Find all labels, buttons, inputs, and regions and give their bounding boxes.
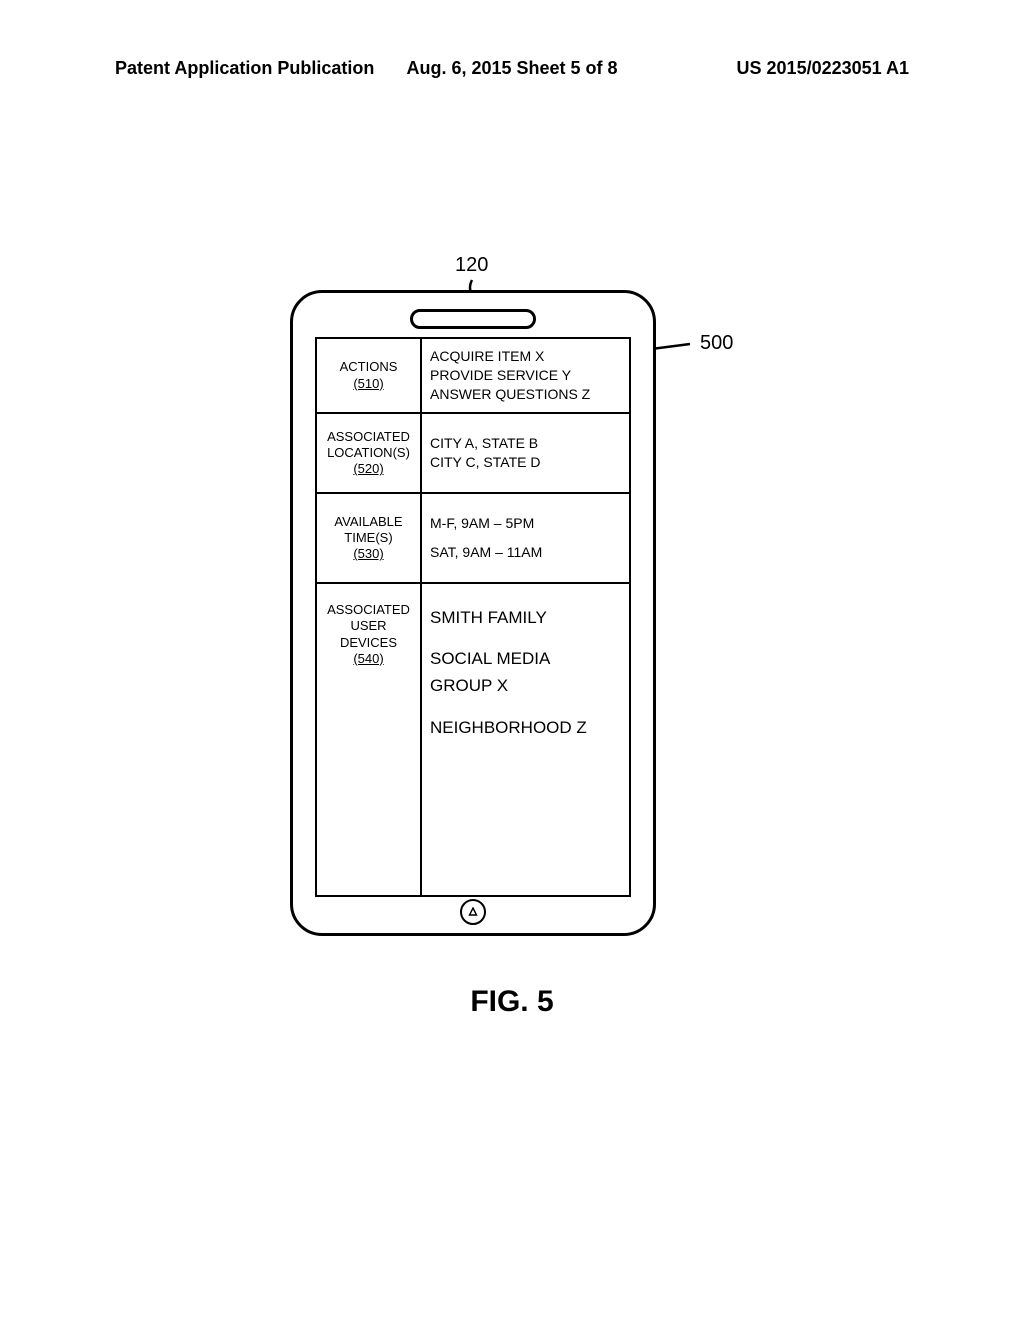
- row-devices-title1: ASSOCIATED: [327, 602, 410, 618]
- header-right: US 2015/0223051 A1: [737, 58, 909, 79]
- row-devices-values: SMITH FAMILY SOCIAL MEDIA GROUP X NEIGHB…: [422, 584, 629, 895]
- row-locations-title1: ASSOCIATED: [327, 429, 410, 445]
- row-devices-title2: USER: [350, 618, 386, 634]
- row-devices-num: (540): [353, 651, 383, 667]
- row-locations-values: CITY A, STATE B CITY C, STATE D: [422, 414, 629, 492]
- times-line-2: SAT, 9AM – 11AM: [430, 543, 621, 562]
- devices-line-3: GROUP X: [430, 672, 621, 699]
- row-times-values: M-F, 9AM – 5PM SAT, 9AM – 11AM: [422, 494, 629, 582]
- locations-line-2: CITY C, STATE D: [430, 453, 621, 472]
- devices-line-4: NEIGHBORHOOD Z: [430, 714, 621, 741]
- row-times-title2: TIME(S): [344, 530, 392, 546]
- row-actions-values: ACQUIRE ITEM X PROVIDE SERVICE Y ANSWER …: [422, 339, 629, 412]
- row-devices-label: ASSOCIATED USER DEVICES (540): [317, 584, 422, 895]
- locations-line-1: CITY A, STATE B: [430, 434, 621, 453]
- row-times-num: (530): [353, 546, 383, 562]
- row-actions: ACTIONS (510) ACQUIRE ITEM X PROVIDE SER…: [317, 339, 629, 414]
- device-ref-label: 120: [455, 254, 488, 277]
- row-locations-label: ASSOCIATED LOCATION(S) (520): [317, 414, 422, 492]
- row-locations-title2: LOCATION(S): [327, 445, 410, 461]
- home-button-icon: [460, 899, 486, 925]
- row-times-label: AVAILABLE TIME(S) (530): [317, 494, 422, 582]
- phone-speaker: [410, 309, 536, 329]
- row-times-title1: AVAILABLE: [334, 514, 402, 530]
- actions-line-1: ACQUIRE ITEM X: [430, 347, 621, 366]
- times-line-1: M-F, 9AM – 5PM: [430, 514, 621, 533]
- devices-line-1: SMITH FAMILY: [430, 604, 621, 631]
- row-actions-title: ACTIONS: [340, 359, 398, 375]
- row-devices: ASSOCIATED USER DEVICES (540) SMITH FAMI…: [317, 584, 629, 895]
- figure-caption: FIG. 5: [0, 985, 1024, 1019]
- row-actions-label: ACTIONS (510): [317, 339, 422, 412]
- row-actions-num: (510): [353, 376, 383, 392]
- row-times: AVAILABLE TIME(S) (530) M-F, 9AM – 5PM S…: [317, 494, 629, 584]
- page: Patent Application Publication Aug. 6, 2…: [0, 0, 1024, 1320]
- actions-line-3: ANSWER QUESTIONS Z: [430, 385, 621, 404]
- actions-line-2: PROVIDE SERVICE Y: [430, 366, 621, 385]
- phone-device: ACTIONS (510) ACQUIRE ITEM X PROVIDE SER…: [290, 290, 656, 936]
- phone-screen: ACTIONS (510) ACQUIRE ITEM X PROVIDE SER…: [315, 337, 631, 897]
- callout-500-label: 500: [700, 332, 733, 355]
- row-locations-num: (520): [353, 461, 383, 477]
- row-locations: ASSOCIATED LOCATION(S) (520) CITY A, STA…: [317, 414, 629, 494]
- row-devices-title3: DEVICES: [340, 635, 397, 651]
- devices-line-2: SOCIAL MEDIA: [430, 645, 621, 672]
